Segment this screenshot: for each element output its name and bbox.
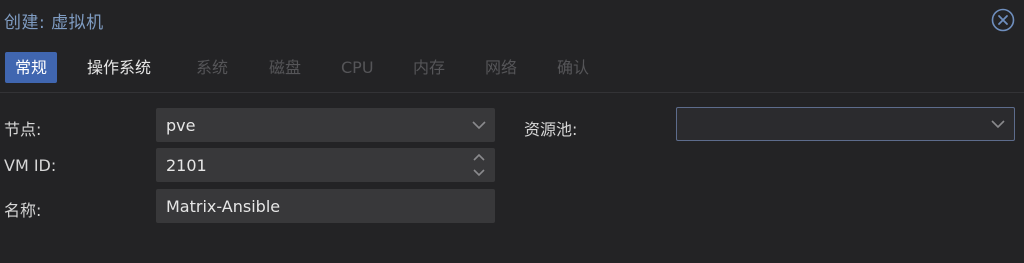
pool-select[interactable] — [676, 107, 1015, 141]
vmid-value: 2101 — [166, 156, 207, 175]
node-select[interactable]: pve — [156, 108, 495, 142]
name-value: Matrix-Ansible — [166, 197, 281, 216]
create-vm-dialog: 创建: 虚拟机 常规 操作系统 系统 磁盘 CPU 内存 网络 确认 节点: p… — [0, 0, 1024, 263]
tab-cpu: CPU — [341, 58, 374, 77]
pool-label: 资源池: — [524, 120, 578, 139]
tab-system: 系统 — [196, 58, 229, 77]
spinner-updown-icon[interactable] — [469, 148, 489, 182]
dialog-title: 创建: 虚拟机 — [4, 13, 104, 33]
dialog-titlebar: 创建: 虚拟机 — [0, 0, 1024, 40]
tab-network: 网络 — [485, 58, 518, 77]
vmid-spinner[interactable]: 2101 — [156, 148, 495, 182]
wizard-tabs: 常规 操作系统 系统 磁盘 CPU 内存 网络 确认 — [0, 50, 1024, 86]
node-value: pve — [166, 116, 196, 135]
chevron-down-icon[interactable] — [469, 108, 489, 142]
chevron-down-icon[interactable] — [988, 108, 1008, 142]
tab-os[interactable]: 操作系统 — [77, 52, 161, 83]
vmid-label: VM ID: — [4, 156, 57, 175]
tab-disk: 磁盘 — [269, 58, 302, 77]
tab-general[interactable]: 常规 — [5, 52, 58, 83]
close-icon[interactable] — [991, 8, 1015, 32]
node-label: 节点: — [4, 120, 42, 139]
tabs-divider — [0, 92, 1024, 93]
tab-confirm: 确认 — [557, 58, 590, 77]
tab-memory: 内存 — [413, 58, 446, 77]
name-input[interactable]: Matrix-Ansible — [156, 189, 495, 223]
name-label: 名称: — [4, 201, 42, 220]
